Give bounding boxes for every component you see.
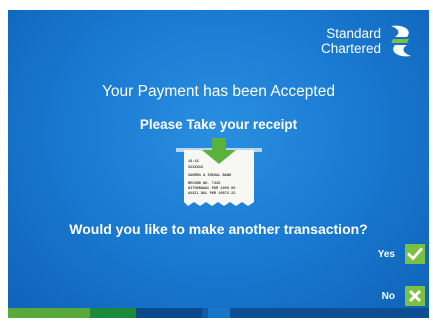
- receipt-icon: 18:42 XXXXXXX SAHREA & INSUAL BANK RECOR…: [176, 138, 262, 206]
- another-transaction-question: Would you like to make another transacti…: [69, 221, 368, 237]
- atm-screen: Standard Chartered Your Payment has been…: [8, 10, 429, 318]
- brand-line-1: Standard: [326, 26, 381, 41]
- receipt-line: AVAIL BAL PKR 19876.22: [188, 192, 235, 196]
- footer-color-bar: [8, 308, 429, 318]
- receipt-line: 18:42: [188, 160, 199, 164]
- check-icon: [407, 247, 423, 261]
- yes-button[interactable]: [405, 244, 425, 264]
- receipt-line: SAHREA & INSUAL BANK: [188, 174, 232, 178]
- brand-line-2: Chartered: [320, 41, 381, 56]
- footer-segment: [90, 308, 136, 318]
- footer-segment: [8, 308, 90, 318]
- payment-accepted-title: Your Payment has been Accepted: [102, 83, 335, 100]
- receipt-line: WITHDRAWAL PKR 1000.00: [188, 187, 235, 191]
- no-option[interactable]: No: [382, 286, 425, 306]
- take-receipt-instruction: Please Take your receipt: [139, 117, 298, 132]
- yes-label: Yes: [377, 248, 395, 260]
- standard-chartered-logo-icon: [391, 25, 411, 57]
- footer-segment: [230, 308, 429, 318]
- cross-icon: [408, 289, 422, 303]
- receipt-line: RECORD NO. 7445: [188, 182, 220, 186]
- yes-option[interactable]: Yes: [378, 244, 425, 264]
- no-label: No: [381, 290, 395, 302]
- footer-segment: [208, 308, 230, 318]
- brand-name: Standard Chartered: [321, 26, 381, 56]
- receipt-line: XXXXXXX: [188, 166, 204, 170]
- footer-segment: [136, 308, 202, 318]
- no-button[interactable]: [405, 286, 425, 306]
- brand-logo: Standard Chartered: [321, 24, 415, 58]
